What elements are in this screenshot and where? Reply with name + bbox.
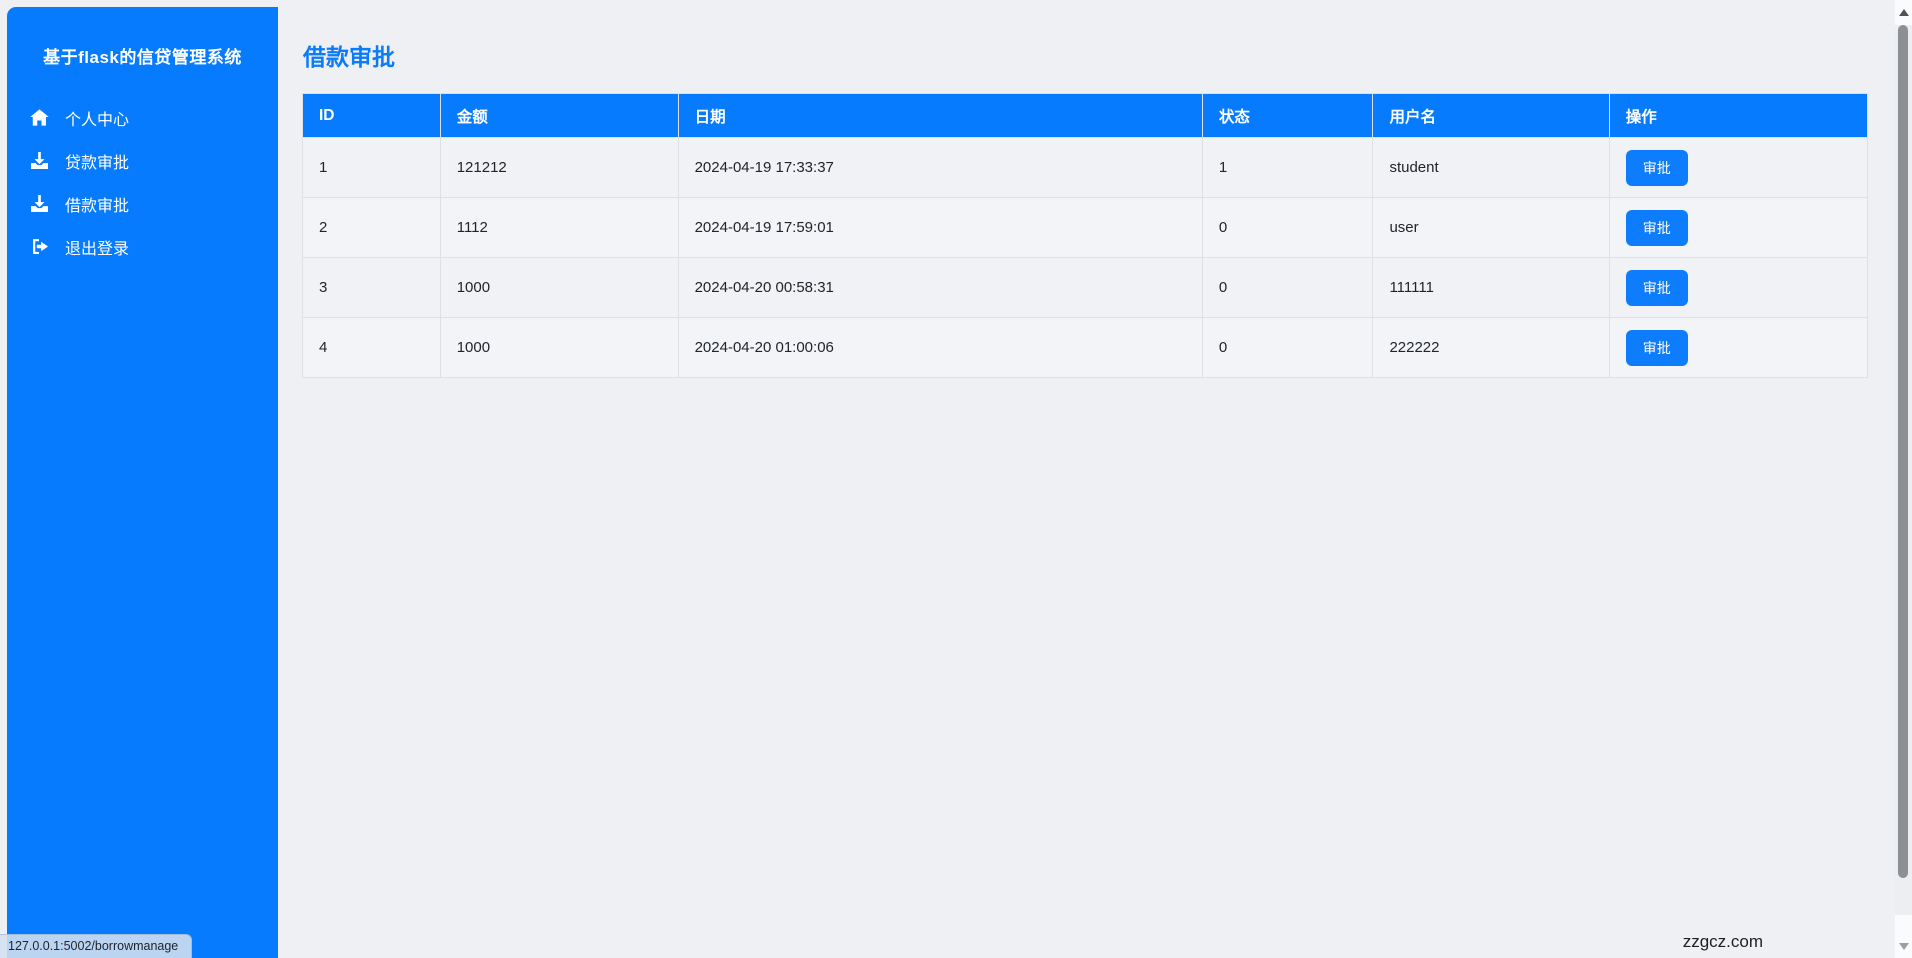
cell-username: user (1372, 197, 1610, 258)
borrow-table-wrapper: ID 金额 日期 状态 用户名 操作 1 121212 2024-04-19 1… (302, 93, 1869, 378)
home-icon (30, 109, 50, 127)
table-row: 3 1000 2024-04-20 00:58:31 0 111111 审批 (302, 257, 1869, 318)
cell-status: 0 (1201, 257, 1374, 318)
sidebar-item-label: 借款审批 (65, 197, 130, 215)
sidebar-item-personal-center[interactable]: 个人中心 (7, 96, 278, 139)
sidebar-item-loan-approval[interactable]: 贷款审批 (7, 139, 278, 182)
approve-button[interactable]: 审批 (1625, 209, 1688, 246)
table-row: 1 121212 2024-04-19 17:33:37 1 student 审… (302, 137, 1869, 198)
main-content: 借款审批 ID 金额 日期 状态 用户名 操作 1 121212 2024-04… (278, 0, 1895, 958)
scroll-up-button[interactable] (1895, 0, 1912, 25)
cell-action: 审批 (1608, 137, 1869, 198)
cell-date: 2024-04-20 00:58:31 (677, 257, 1203, 318)
table-row: 2 1112 2024-04-19 17:59:01 0 user 审批 (302, 197, 1869, 258)
sidebar: 基于flask的信贷管理系统 个人中心 贷款审批 借款审批 退出登录 (7, 7, 278, 958)
borrow-table: ID 金额 日期 状态 用户名 操作 1 121212 2024-04-19 1… (302, 93, 1869, 378)
sidebar-item-label: 退出登录 (65, 240, 130, 258)
column-header-action: 操作 (1608, 93, 1869, 138)
sidebar-menu: 个人中心 贷款审批 借款审批 退出登录 (7, 96, 278, 268)
cell-date: 2024-04-20 01:00:06 (677, 317, 1203, 378)
cell-status: 0 (1201, 197, 1374, 258)
cell-action: 审批 (1608, 317, 1869, 378)
vertical-scrollbar[interactable] (1895, 0, 1912, 958)
cell-date: 2024-04-19 17:59:01 (677, 197, 1203, 258)
table-row: 4 1000 2024-04-20 01:00:06 0 222222 审批 (302, 317, 1869, 378)
sidebar-item-logout[interactable]: 退出登录 (7, 225, 278, 268)
page-title: 借款审批 (303, 44, 395, 70)
scrollbar-thumb[interactable] (1898, 25, 1908, 878)
approve-button[interactable]: 审批 (1625, 269, 1688, 306)
table-header-row: ID 金额 日期 状态 用户名 操作 (302, 93, 1869, 138)
cell-id: 4 (302, 317, 441, 378)
cell-id: 2 (302, 197, 441, 258)
cell-username: student (1372, 137, 1610, 198)
cell-status: 0 (1201, 317, 1374, 378)
sidebar-item-label: 个人中心 (65, 111, 130, 129)
cell-action: 审批 (1608, 197, 1869, 258)
cell-id: 3 (302, 257, 441, 318)
sign-out-icon (30, 238, 50, 256)
app-title: 基于flask的信贷管理系统 (43, 48, 242, 67)
cell-amount: 121212 (439, 137, 679, 198)
cell-amount: 1000 (439, 257, 679, 318)
scroll-down-button[interactable] (1895, 915, 1912, 958)
column-header-status: 状态 (1201, 93, 1374, 138)
cell-date: 2024-04-19 17:33:37 (677, 137, 1203, 198)
sidebar-item-label: 贷款审批 (65, 154, 130, 172)
cell-id: 1 (302, 137, 441, 198)
approve-button[interactable]: 审批 (1625, 329, 1688, 366)
cell-amount: 1112 (439, 197, 679, 258)
watermark-text: zzgcz.com (1682, 932, 1763, 951)
chevron-down-icon (1898, 943, 1909, 950)
column-header-amount: 金额 (439, 93, 679, 138)
chevron-up-icon (1898, 9, 1909, 16)
download-icon (30, 195, 50, 213)
column-header-id: ID (302, 93, 441, 138)
column-header-date: 日期 (677, 93, 1203, 138)
cell-action: 审批 (1608, 257, 1869, 318)
column-header-username: 用户名 (1372, 93, 1610, 138)
approve-button[interactable]: 审批 (1625, 149, 1688, 186)
cell-amount: 1000 (439, 317, 679, 378)
status-url-bubble: 127.0.0.1:5002/borrowmanage (0, 934, 193, 958)
cell-username: 111111 (1372, 257, 1610, 318)
download-icon (30, 152, 50, 170)
cell-username: 222222 (1372, 317, 1610, 378)
cell-status: 1 (1201, 137, 1374, 198)
sidebar-item-borrow-approval[interactable]: 借款审批 (7, 182, 278, 225)
